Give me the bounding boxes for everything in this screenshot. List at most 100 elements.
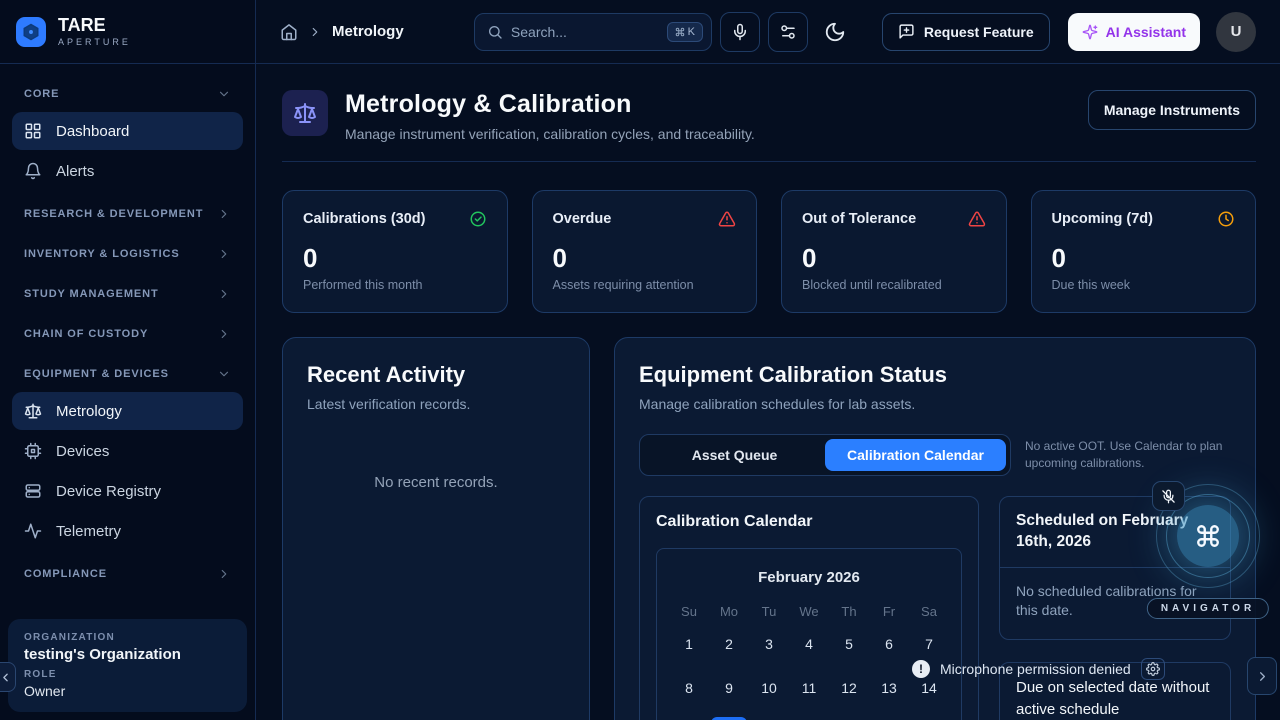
calendar-day[interactable]: 12 xyxy=(829,673,869,702)
next-panel-button[interactable] xyxy=(1247,657,1277,695)
sidebar-item-label: Devices xyxy=(56,443,109,460)
toast-settings-button[interactable] xyxy=(1141,658,1165,680)
sidebar: TARE APERTURE CORE Dashboard Alerts RESE… xyxy=(0,0,256,720)
calendar-day[interactable]: 3 xyxy=(749,629,789,658)
calendar-day[interactable]: 7 xyxy=(909,629,949,658)
sidebar-item-label: Telemetry xyxy=(56,523,121,540)
theme-toggle-button[interactable] xyxy=(824,21,846,43)
breadcrumb: Metrology xyxy=(280,23,404,41)
sidebar-item-devices[interactable]: Devices xyxy=(12,432,243,470)
manage-instruments-button[interactable]: Manage Instruments xyxy=(1088,90,1256,130)
calendar-day[interactable]: 2 xyxy=(709,629,749,658)
tab-asset-queue[interactable]: Asset Queue xyxy=(644,439,825,471)
search-icon xyxy=(487,24,503,40)
search-placeholder: Search... xyxy=(511,24,659,40)
chevron-right-icon xyxy=(1255,669,1270,684)
breadcrumb-separator-icon xyxy=(308,25,322,39)
sidebar-item-label: Metrology xyxy=(56,403,122,420)
calendar-day[interactable]: 11 xyxy=(789,673,829,702)
sidebar-item-dashboard[interactable]: Dashboard xyxy=(12,112,243,150)
sidebar-item-alerts[interactable]: Alerts xyxy=(12,152,243,190)
app-root: TARE APERTURE CORE Dashboard Alerts RESE… xyxy=(0,0,1280,720)
sidebar-nav: CORE Dashboard Alerts RESEARCH & DEVELOP… xyxy=(0,64,255,609)
organization-card: ORGANIZATION testing's Organization ROLE… xyxy=(8,619,247,712)
sidebar-section-study[interactable]: STUDY MANAGEMENT xyxy=(12,278,243,310)
calendar-day[interactable]: 5 xyxy=(829,629,869,658)
chevron-right-icon xyxy=(217,567,231,581)
stat-card-overdue: Overdue 0 Assets requiring attention xyxy=(532,190,758,313)
chevron-down-icon xyxy=(217,367,231,381)
stat-value: 0 xyxy=(802,243,986,274)
sidebar-item-device-registry[interactable]: Device Registry xyxy=(12,472,243,510)
sidebar-item-metrology[interactable]: Metrology xyxy=(12,392,243,430)
chevron-left-icon xyxy=(0,671,12,684)
main-panels: Recent Activity Latest verification reco… xyxy=(282,337,1256,720)
ai-assistant-button[interactable]: AI Assistant xyxy=(1068,13,1200,51)
calendar-day[interactable]: 1 xyxy=(669,629,709,658)
brand-tagline: APERTURE xyxy=(58,37,131,47)
calendar-day[interactable]: 4 xyxy=(789,629,829,658)
scale-icon xyxy=(282,90,328,136)
sidebar-section-core[interactable]: CORE xyxy=(12,78,243,110)
chevron-right-icon xyxy=(217,287,231,301)
calendar-day[interactable]: 8 xyxy=(669,673,709,702)
navigator-button[interactable] xyxy=(1177,505,1239,567)
user-avatar[interactable]: U xyxy=(1216,12,1256,52)
calendar-month-label: February 2026 xyxy=(669,569,949,586)
topbar: Metrology Search... K Reques xyxy=(256,0,1280,64)
stat-cards-row: Calibrations (30d) 0 Performed this mont… xyxy=(282,190,1256,313)
stat-value: 0 xyxy=(553,243,737,274)
cpu-icon xyxy=(24,442,42,460)
search-input[interactable]: Search... K xyxy=(474,13,712,51)
breadcrumb-current: Metrology xyxy=(332,23,404,40)
due-without-schedule-card: Due on selected date without active sche… xyxy=(999,662,1231,720)
sidebar-section-custody[interactable]: CHAIN OF CUSTODY xyxy=(12,318,243,350)
sidebar-item-telemetry[interactable]: Telemetry xyxy=(12,512,243,550)
sidebar-item-label: Alerts xyxy=(56,163,94,180)
page-title: Metrology & Calibration xyxy=(345,90,755,119)
due-card-header: Due on selected date without active sche… xyxy=(1000,663,1230,720)
chevron-right-icon xyxy=(217,327,231,341)
sidebar-section-compliance[interactable]: COMPLIANCE xyxy=(12,558,243,590)
moon-icon xyxy=(824,21,846,43)
microphone-button[interactable] xyxy=(720,12,760,52)
preferences-button[interactable] xyxy=(768,12,808,52)
dashboard-grid-icon xyxy=(24,122,42,140)
sidebar-item-label: Device Registry xyxy=(56,483,161,500)
sidebar-collapse-button[interactable] xyxy=(0,662,16,692)
sidebar-section-equipment[interactable]: EQUIPMENT & DEVICES xyxy=(12,358,243,390)
server-icon xyxy=(24,482,42,500)
stat-description: Performed this month xyxy=(303,278,487,292)
calendar-day[interactable]: 13 xyxy=(869,673,909,702)
check-circle-icon xyxy=(469,210,487,228)
command-icon xyxy=(1195,523,1221,549)
organization-label: ORGANIZATION xyxy=(24,632,231,643)
calendar-day[interactable]: 9 xyxy=(709,673,749,702)
main-column: Metrology Search... K Reques xyxy=(256,0,1280,720)
equipment-title: Equipment Calibration Status xyxy=(639,362,1231,388)
stat-value: 0 xyxy=(1052,243,1236,274)
recent-activity-title: Recent Activity xyxy=(307,362,565,388)
request-feature-button[interactable]: Request Feature xyxy=(882,13,1050,51)
calendar-widget: February 2026 Su Mo Tu We Th Fr Sa xyxy=(656,548,962,720)
sidebar-section-inventory[interactable]: INVENTORY & LOGISTICS xyxy=(12,238,243,270)
chevron-down-icon xyxy=(217,87,231,101)
page-content: Metrology & Calibration Manage instrumen… xyxy=(256,64,1280,720)
navigator-mic-off-button[interactable] xyxy=(1152,481,1185,511)
page-subtitle: Manage instrument verification, calibrat… xyxy=(345,126,755,142)
calendar-day[interactable]: 14 xyxy=(909,673,949,702)
alert-triangle-icon xyxy=(968,210,986,228)
microphone-icon xyxy=(731,23,749,41)
message-square-plus-icon xyxy=(898,23,915,40)
home-icon[interactable] xyxy=(280,23,298,41)
stat-card-out-of-tolerance: Out of Tolerance 0 Blocked until recalib… xyxy=(781,190,1007,313)
sidebar-section-research[interactable]: RESEARCH & DEVELOPMENT xyxy=(12,198,243,230)
stat-card-calibrations: Calibrations (30d) 0 Performed this mont… xyxy=(282,190,508,313)
command-icon xyxy=(675,27,685,37)
role-label: ROLE xyxy=(24,669,231,680)
stat-card-upcoming: Upcoming (7d) 0 Due this week xyxy=(1031,190,1257,313)
stat-description: Assets requiring attention xyxy=(553,278,737,292)
calendar-day[interactable]: 10 xyxy=(749,673,789,702)
calendar-day[interactable]: 6 xyxy=(869,629,909,658)
tab-calibration-calendar[interactable]: Calibration Calendar xyxy=(825,439,1006,471)
